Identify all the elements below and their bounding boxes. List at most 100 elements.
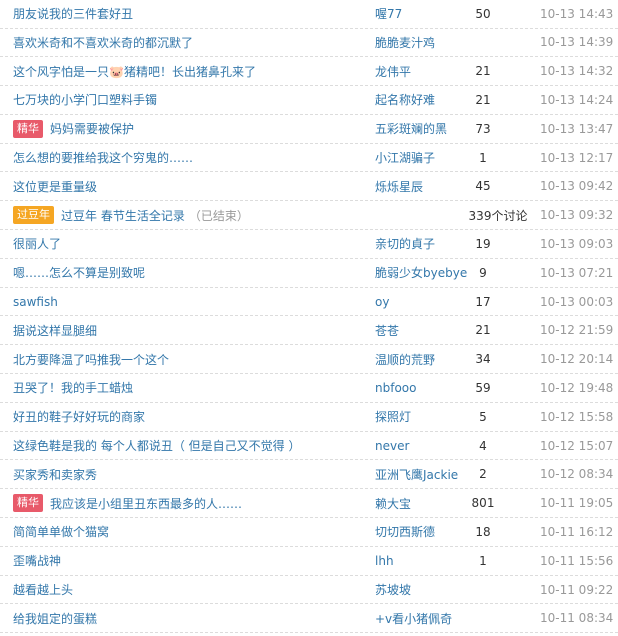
table-row: 精华 妈妈需要被保护 五彩斑斓的黑 73 10-13 13:47 bbox=[0, 115, 618, 144]
topic-title-link[interactable]: 北方要降温了吗推我一个这个 bbox=[13, 351, 169, 368]
table-row: 七万块的小学门口塑料手镯 起名称好难 21 10-13 14:24 bbox=[0, 86, 618, 115]
table-row: 歪嘴战神 lhh 1 10-11 15:56 bbox=[0, 547, 618, 576]
topic-last-reply-time: 10-11 09:22 bbox=[540, 582, 614, 597]
topic-last-reply-time: 10-12 15:58 bbox=[540, 409, 614, 424]
essence-badge: 精华 bbox=[13, 494, 43, 513]
topic-reply-count: 1 bbox=[479, 150, 487, 165]
topic-author-link[interactable]: 苍苍 bbox=[375, 322, 399, 339]
topic-title-link[interactable]: 歪嘴战神 bbox=[13, 552, 61, 569]
topic-title-link[interactable]: 买家秀和卖家秀 bbox=[13, 466, 97, 483]
topic-last-reply-time: 10-13 14:24 bbox=[540, 92, 614, 107]
topic-title-link[interactable]: 七万块的小学门口塑料手镯 bbox=[13, 91, 157, 108]
topic-title-cell: 这位更是重量级 bbox=[13, 172, 358, 200]
topic-reply-count bbox=[458, 604, 508, 632]
topic-title-cell: 过豆年 过豆年 春节生活全记录 （已结束） bbox=[13, 201, 358, 229]
topic-title-cell: 北方要降温了吗推我一个这个 bbox=[13, 345, 358, 373]
topic-last-reply-time: 10-11 15:56 bbox=[540, 553, 614, 568]
table-row: 好丑的鞋子好好玩的商家 探照灯 5 10-12 15:58 bbox=[0, 403, 618, 432]
table-row: sawfish oy 17 10-13 00:03 bbox=[0, 288, 618, 317]
topic-last-reply-time: 10-12 08:34 bbox=[540, 467, 614, 482]
topic-title-link[interactable]: 喜欢米奇和不喜欢米奇的都沉默了 bbox=[13, 34, 193, 51]
topic-author-link[interactable]: 苏坡坡 bbox=[375, 581, 411, 598]
topic-status-note: （已结束） bbox=[188, 208, 249, 223]
topic-title-link[interactable]: 好丑的鞋子好好玩的商家 bbox=[13, 408, 145, 425]
topic-author-link[interactable]: 起名称好难 bbox=[375, 91, 435, 108]
topic-last-reply-time: 10-13 13:47 bbox=[540, 121, 614, 136]
event-badge[interactable]: 过豆年 bbox=[13, 206, 54, 225]
topic-last-reply-time: 10-13 14:43 bbox=[540, 6, 614, 21]
topic-last-reply-time: 10-12 19:48 bbox=[540, 380, 614, 395]
table-row: 很丽人了 亲切的貞子 19 10-13 09:03 bbox=[0, 230, 618, 259]
topic-title-link[interactable]: sawfish bbox=[13, 295, 58, 309]
topic-author-link[interactable]: nbfooo bbox=[375, 381, 416, 395]
topic-last-reply-time: 10-13 07:21 bbox=[540, 265, 614, 280]
topic-last-reply-time: 10-11 19:05 bbox=[540, 496, 614, 511]
table-row: 这位更是重量级 烁烁星辰 45 10-13 09:42 bbox=[0, 172, 618, 202]
topic-title-cell: 怎么想的要推给我这个穷鬼的…… bbox=[13, 144, 358, 172]
topic-author-link[interactable]: 小江湖骗子 bbox=[375, 149, 435, 166]
topic-author-link[interactable]: 探照灯 bbox=[375, 408, 411, 425]
topic-last-reply-time: 10-12 21:59 bbox=[540, 323, 614, 338]
topic-author-link[interactable]: 脆弱少女byebye bbox=[375, 264, 467, 281]
topic-reply-count: 5 bbox=[479, 409, 487, 424]
topic-title-link[interactable]: 这位更是重量级 bbox=[13, 178, 97, 195]
topic-author-link[interactable]: never bbox=[375, 439, 409, 453]
topic-author-link[interactable]: 脆脆麦汁鸡 bbox=[375, 34, 435, 51]
topic-author-link[interactable]: 五彩斑斓的黑 bbox=[375, 120, 447, 137]
topic-reply-count: 18 bbox=[475, 524, 491, 539]
topic-title-cell: sawfish bbox=[13, 288, 358, 316]
topic-reply-count: 73 bbox=[475, 121, 491, 136]
topic-reply-count: 339个讨论 bbox=[468, 208, 528, 223]
topic-title-link[interactable]: 朋友说我的三件套好丑 bbox=[13, 5, 133, 22]
topic-title-link[interactable]: 这个风字怕是一只🐷猪精吧！长出猪鼻孔来了 bbox=[13, 63, 256, 80]
topic-title-link[interactable]: 我应该是小组里丑东西最多的人…… bbox=[50, 495, 242, 512]
topic-author-link[interactable]: +v看小猪佩奇 bbox=[375, 610, 452, 627]
table-row: 朋友说我的三件套好丑 喔77 50 10-13 14:43 bbox=[0, 0, 618, 29]
topic-author-link[interactable]: 赖大宝 bbox=[375, 495, 411, 512]
topic-title-link[interactable]: 越看越上头 bbox=[13, 581, 73, 598]
table-row: 这绿色鞋是我的 每个人都说丑（ 但是自己又不觉得 ） never 4 10-12 15… bbox=[0, 432, 618, 461]
topic-reply-count: 50 bbox=[475, 6, 491, 21]
topic-title-link[interactable]: 过豆年 春节生活全记录 bbox=[61, 207, 185, 224]
topic-author-link[interactable]: 切切西斯德 bbox=[375, 523, 435, 540]
topic-author-link[interactable]: 喔77 bbox=[375, 5, 402, 22]
topic-title-link[interactable]: 很丽人了 bbox=[13, 235, 61, 252]
topic-author-link[interactable]: 温顺的荒野 bbox=[375, 351, 435, 368]
topic-title-link[interactable]: 妈妈需要被保护 bbox=[50, 120, 134, 137]
topic-title-cell: 丑哭了！我的手工蜡烛 bbox=[13, 374, 358, 402]
topic-last-reply-time: 10-11 08:34 bbox=[540, 611, 614, 626]
topic-author-link[interactable]: 龙伟平 bbox=[375, 63, 411, 80]
topic-author-link[interactable]: 亲切的貞子 bbox=[375, 235, 435, 252]
topic-reply-count: 59 bbox=[475, 380, 491, 395]
topic-title-link[interactable]: 给我姐定的蛋糕 bbox=[13, 610, 97, 627]
topic-title-cell: 越看越上头 bbox=[13, 576, 358, 604]
topic-author-link[interactable]: lhh bbox=[375, 554, 394, 568]
topic-author-link[interactable]: 烁烁星辰 bbox=[375, 178, 423, 195]
topic-title-link[interactable]: 丑哭了！我的手工蜡烛 bbox=[13, 379, 133, 396]
topic-reply-count: 19 bbox=[475, 236, 491, 251]
topic-reply-count: 45 bbox=[475, 179, 491, 194]
topic-author-link[interactable]: oy bbox=[375, 295, 389, 309]
topic-title-link[interactable]: 简简单单做个猫窝 bbox=[13, 523, 109, 540]
table-row: 喜欢米奇和不喜欢米奇的都沉默了 脆脆麦汁鸡 10-13 14:39 bbox=[0, 29, 618, 58]
topic-author-link[interactable]: 亚洲飞鹰Jackie bbox=[375, 466, 458, 483]
table-row: 据说这样显腿细 苍苍 21 10-12 21:59 bbox=[0, 316, 618, 346]
topic-last-reply-time: 10-13 14:32 bbox=[540, 64, 614, 79]
topic-title-cell: 嗯……怎么不算是别致呢 bbox=[13, 259, 358, 287]
topic-title-link[interactable]: 这绿色鞋是我的 每个人都说丑（ 但是自己又不觉得 ） bbox=[13, 437, 300, 454]
topic-last-reply-time: 10-13 00:03 bbox=[540, 294, 614, 309]
topic-title-link[interactable]: 怎么想的要推给我这个穷鬼的…… bbox=[13, 149, 193, 166]
topic-title-link[interactable]: 据说这样显腿细 bbox=[13, 322, 97, 339]
topic-last-reply-time: 10-12 20:14 bbox=[540, 352, 614, 367]
topic-reply-count: 21 bbox=[475, 64, 491, 79]
table-row: 买家秀和卖家秀 亚洲飞鹰Jackie 2 10-12 08:34 bbox=[0, 460, 618, 490]
topic-reply-count bbox=[458, 29, 508, 57]
table-row: 简简单单做个猫窝 切切西斯德 18 10-11 16:12 bbox=[0, 518, 618, 547]
topic-last-reply-time: 10-13 09:32 bbox=[540, 208, 614, 223]
topic-reply-count: 17 bbox=[475, 294, 491, 309]
topic-title-cell: 这绿色鞋是我的 每个人都说丑（ 但是自己又不觉得 ） bbox=[13, 432, 358, 460]
topic-reply-count: 801 bbox=[471, 496, 495, 511]
topic-reply-count: 34 bbox=[475, 352, 491, 367]
essence-badge: 精华 bbox=[13, 119, 43, 138]
topic-title-link[interactable]: 嗯……怎么不算是别致呢 bbox=[13, 264, 145, 281]
